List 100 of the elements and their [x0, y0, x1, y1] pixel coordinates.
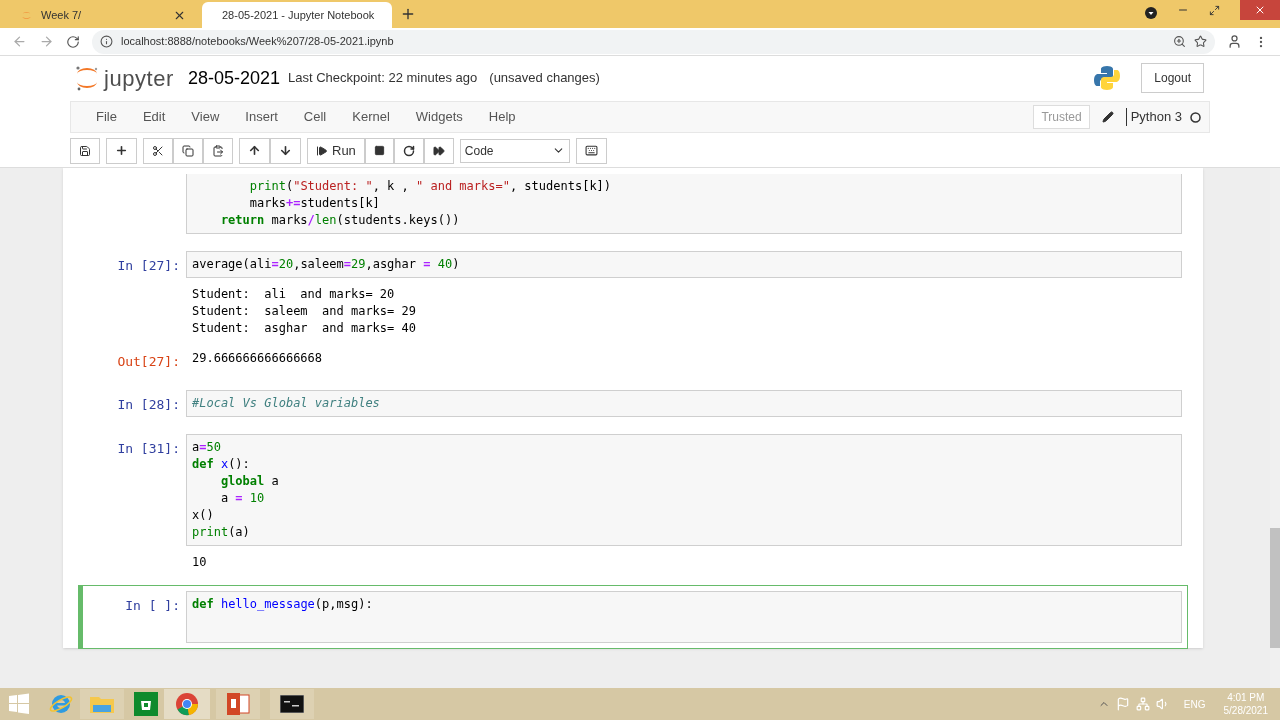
info-icon — [100, 35, 113, 48]
terminal-taskbar-button[interactable] — [270, 689, 314, 719]
menu-item[interactable]: Help — [475, 107, 529, 127]
copy-icon — [182, 144, 194, 157]
tab-title: Week 7/ — [41, 7, 83, 23]
output-prompt: Out[27]: — [117, 354, 180, 369]
code-line: #Local Vs Global variables — [192, 395, 381, 412]
notebook-title[interactable]: 28-05-2021 — [187, 64, 280, 92]
notebook-cell[interactable]: In [28]: #Local Vs Global variables — [78, 384, 1188, 423]
code-input[interactable]: def hello_message(p,msg): — [186, 591, 1182, 643]
code-input[interactable]: a=50 def x(): global a a = 10 x() print(a) — [186, 434, 1182, 546]
profile-menu-icon[interactable] — [1145, 7, 1157, 19]
start-icon[interactable] — [8, 693, 30, 715]
menu-item[interactable]: Insert — [232, 107, 291, 127]
browser-tab[interactable]: 28-05-2021 - Jupyter Notebook — [202, 2, 392, 28]
menu-item[interactable]: File — [83, 107, 130, 127]
jupyter-wordmark[interactable]: jupyter — [104, 61, 174, 95]
bookmark-star-icon[interactable] — [1194, 35, 1207, 48]
code-input[interactable]: print("Student: ", k , " and marks=", students[k]) marks+=students[k] return marks/len(students.keys()) — [186, 174, 1182, 234]
save-icon — [79, 144, 91, 157]
code-line: global a — [219, 473, 280, 490]
folder-icon — [89, 694, 115, 714]
scissors-icon — [152, 144, 164, 157]
code-input[interactable]: #Local Vs Global variables — [186, 390, 1182, 417]
menu-item[interactable]: Kernel — [339, 107, 403, 127]
clock-time: 4:01 PM — [1227, 691, 1265, 704]
menu-item[interactable]: Cell — [290, 107, 340, 127]
restart-button[interactable] — [393, 137, 424, 164]
edit-mode-icon — [1101, 111, 1114, 123]
plus-icon — [115, 144, 128, 157]
code-line: average(ali=20,saleem=29,asghar = 40) — [192, 256, 461, 273]
notebook-cell[interactable]: In [ ]: def hello_message(p,msg): — [78, 585, 1188, 649]
input-prompt: In [ ]: — [125, 598, 180, 613]
restart-icon — [402, 144, 415, 157]
menu-item[interactable]: Widgets — [402, 107, 476, 127]
code-line: print("Student: ", k , " and marks=", students[k]) — [248, 178, 613, 195]
reload-icon[interactable] — [66, 34, 80, 49]
back-icon[interactable] — [12, 34, 27, 49]
code-line: def hello_message(p,msg): — [192, 596, 374, 613]
code-input[interactable]: average(ali=20,saleem=29,asghar = 40) — [186, 251, 1182, 278]
logout-button[interactable]: Logout — [1141, 63, 1204, 93]
code-line: print(a) — [192, 524, 251, 541]
menu-item[interactable]: Edit — [129, 107, 179, 127]
clock-date: 5/28/2021 — [1223, 704, 1268, 717]
terminal-icon — [280, 695, 304, 713]
run-icon — [316, 144, 328, 157]
output-result: 29.666666666666668 — [191, 350, 324, 367]
jupyter-logo-icon — [74, 64, 100, 92]
unsaved-status: (unsaved changes) — [489, 69, 600, 88]
notebook-cell[interactable]: print("Student: ", k , " and marks=", students[k]) marks+=students[k] return marks/len(students.keys()) — [78, 173, 1188, 240]
url-text: localhost:8888/notebooks/Week%207/28-05-2021.ipynb — [121, 34, 395, 50]
chrome-icon — [175, 692, 199, 716]
fast-forward-icon — [432, 144, 445, 157]
cell-type-select[interactable]: Code — [459, 138, 570, 163]
paste-icon — [212, 144, 224, 157]
code-line: return marks/len(students.keys()) — [219, 212, 461, 229]
output-line: Student: saleem and marks= 29 — [192, 303, 416, 320]
store-icon[interactable] — [134, 692, 158, 716]
profile-icon[interactable] — [1227, 34, 1242, 49]
code-line: a=50 — [192, 439, 222, 456]
forward-icon[interactable] — [39, 34, 54, 49]
chrome-taskbar-button[interactable] — [164, 689, 210, 719]
command-palette-button[interactable] — [575, 137, 607, 164]
kernel-idle-icon — [1190, 111, 1201, 123]
input-prompt: In [27]: — [117, 258, 180, 273]
stop-icon — [373, 145, 385, 156]
notebook-cell[interactable]: In [27]: average(ali=20,saleem=29,asghar = 40) Student: ali and marks= 20 Student: saleem and marks= 29 Student: asghar and marks= 40 Out[27]: 29.666666666666668 — [78, 245, 1188, 379]
restore-icon[interactable] — [1209, 5, 1220, 16]
slides-app-icon — [226, 692, 250, 716]
tab-title: 28-05-2021 - Jupyter Notebook — [222, 7, 375, 23]
code-line: x() — [192, 507, 215, 524]
insert-cell-button[interactable] — [106, 137, 137, 164]
address-field[interactable]: localhost:8888/notebooks/Week%207/28-05-2021.ipynb — [92, 29, 1215, 54]
input-prompt: In [31]: — [117, 441, 180, 456]
code-line: def x(): — [192, 456, 251, 473]
move-down-button[interactable] — [270, 137, 301, 164]
browser-tab[interactable]: Week 7/ — [8, 2, 198, 28]
input-prompt: In [28]: — [117, 397, 180, 412]
code-line: a = 10 — [219, 490, 266, 507]
save-button[interactable] — [70, 137, 100, 164]
restart-run-all-button[interactable] — [423, 137, 454, 164]
notebook-cell[interactable]: In [31]: a=50 def x(): global a a = 10 x() print(a) 10 — [78, 428, 1188, 577]
kernel-name[interactable]: Python 3 — [1130, 107, 1182, 127]
arrow-up-icon — [248, 144, 261, 157]
move-up-button[interactable] — [239, 137, 270, 164]
output-line: Student: ali and marks= 20 — [192, 286, 396, 303]
run-button[interactable]: Run — [307, 137, 365, 164]
new-tab-icon[interactable] — [400, 6, 416, 22]
paste-button[interactable] — [203, 137, 233, 164]
python-logo-icon — [1093, 64, 1122, 92]
cut-button[interactable] — [143, 137, 173, 164]
output-line: Student: asghar and marks= 40 — [192, 320, 416, 337]
output-line: 10 — [192, 554, 207, 571]
checkpoint-text: Last Checkpoint: 22 minutes ago — [287, 69, 478, 88]
code-line: marks+=students[k] — [248, 195, 381, 212]
interrupt-button[interactable] — [364, 137, 394, 164]
menu-item[interactable]: View — [178, 107, 233, 127]
powerpoint-taskbar-button[interactable] — [216, 689, 260, 719]
zoom-icon[interactable] — [1173, 35, 1186, 48]
arrow-down-icon — [279, 144, 292, 157]
